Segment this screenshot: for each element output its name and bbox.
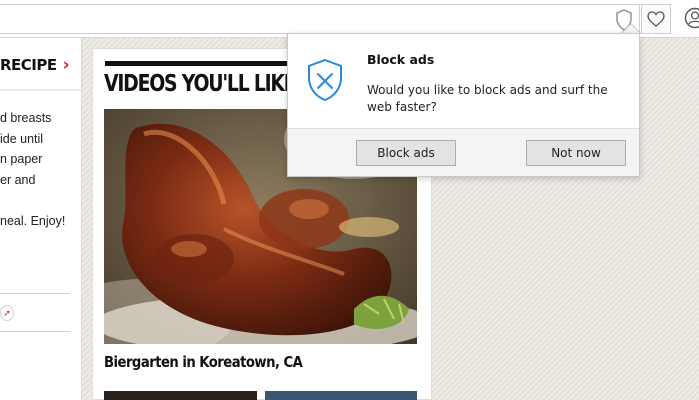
recipe-tab[interactable]: RECIPE › [0, 40, 82, 90]
profile-icon[interactable] [684, 7, 699, 29]
popup-message: Would you like to block ads and surf the… [367, 83, 608, 114]
popup-body: Block ads Would you like to block ads an… [288, 34, 639, 129]
favorites-button[interactable] [641, 4, 671, 34]
recipe-instructions: d breasts ide until n paper er and neal.… [0, 111, 66, 228]
chevron-right-icon: › [62, 54, 70, 75]
pin-icon[interactable]: ➚ [0, 305, 14, 321]
recipe-tab-label: RECIPE [0, 55, 57, 74]
recipe-column: RECIPE › d breasts ide until n paper er … [0, 38, 82, 400]
not-now-button[interactable]: Not now [526, 140, 626, 166]
video-caption[interactable]: Biergarten in Koreatown, CA [104, 353, 386, 371]
popup-title: Block ads [367, 52, 435, 67]
video-thumbnail[interactable] [104, 391, 257, 400]
video-thumbnail[interactable] [265, 391, 417, 400]
heart-icon [647, 11, 665, 27]
divider [0, 293, 70, 294]
block-ads-popup: Block ads Would you like to block ads an… [287, 33, 640, 177]
block-ads-button[interactable]: Block ads [356, 140, 456, 166]
shield-icon [306, 58, 344, 102]
address-field[interactable] [0, 4, 640, 34]
divider [0, 331, 70, 332]
